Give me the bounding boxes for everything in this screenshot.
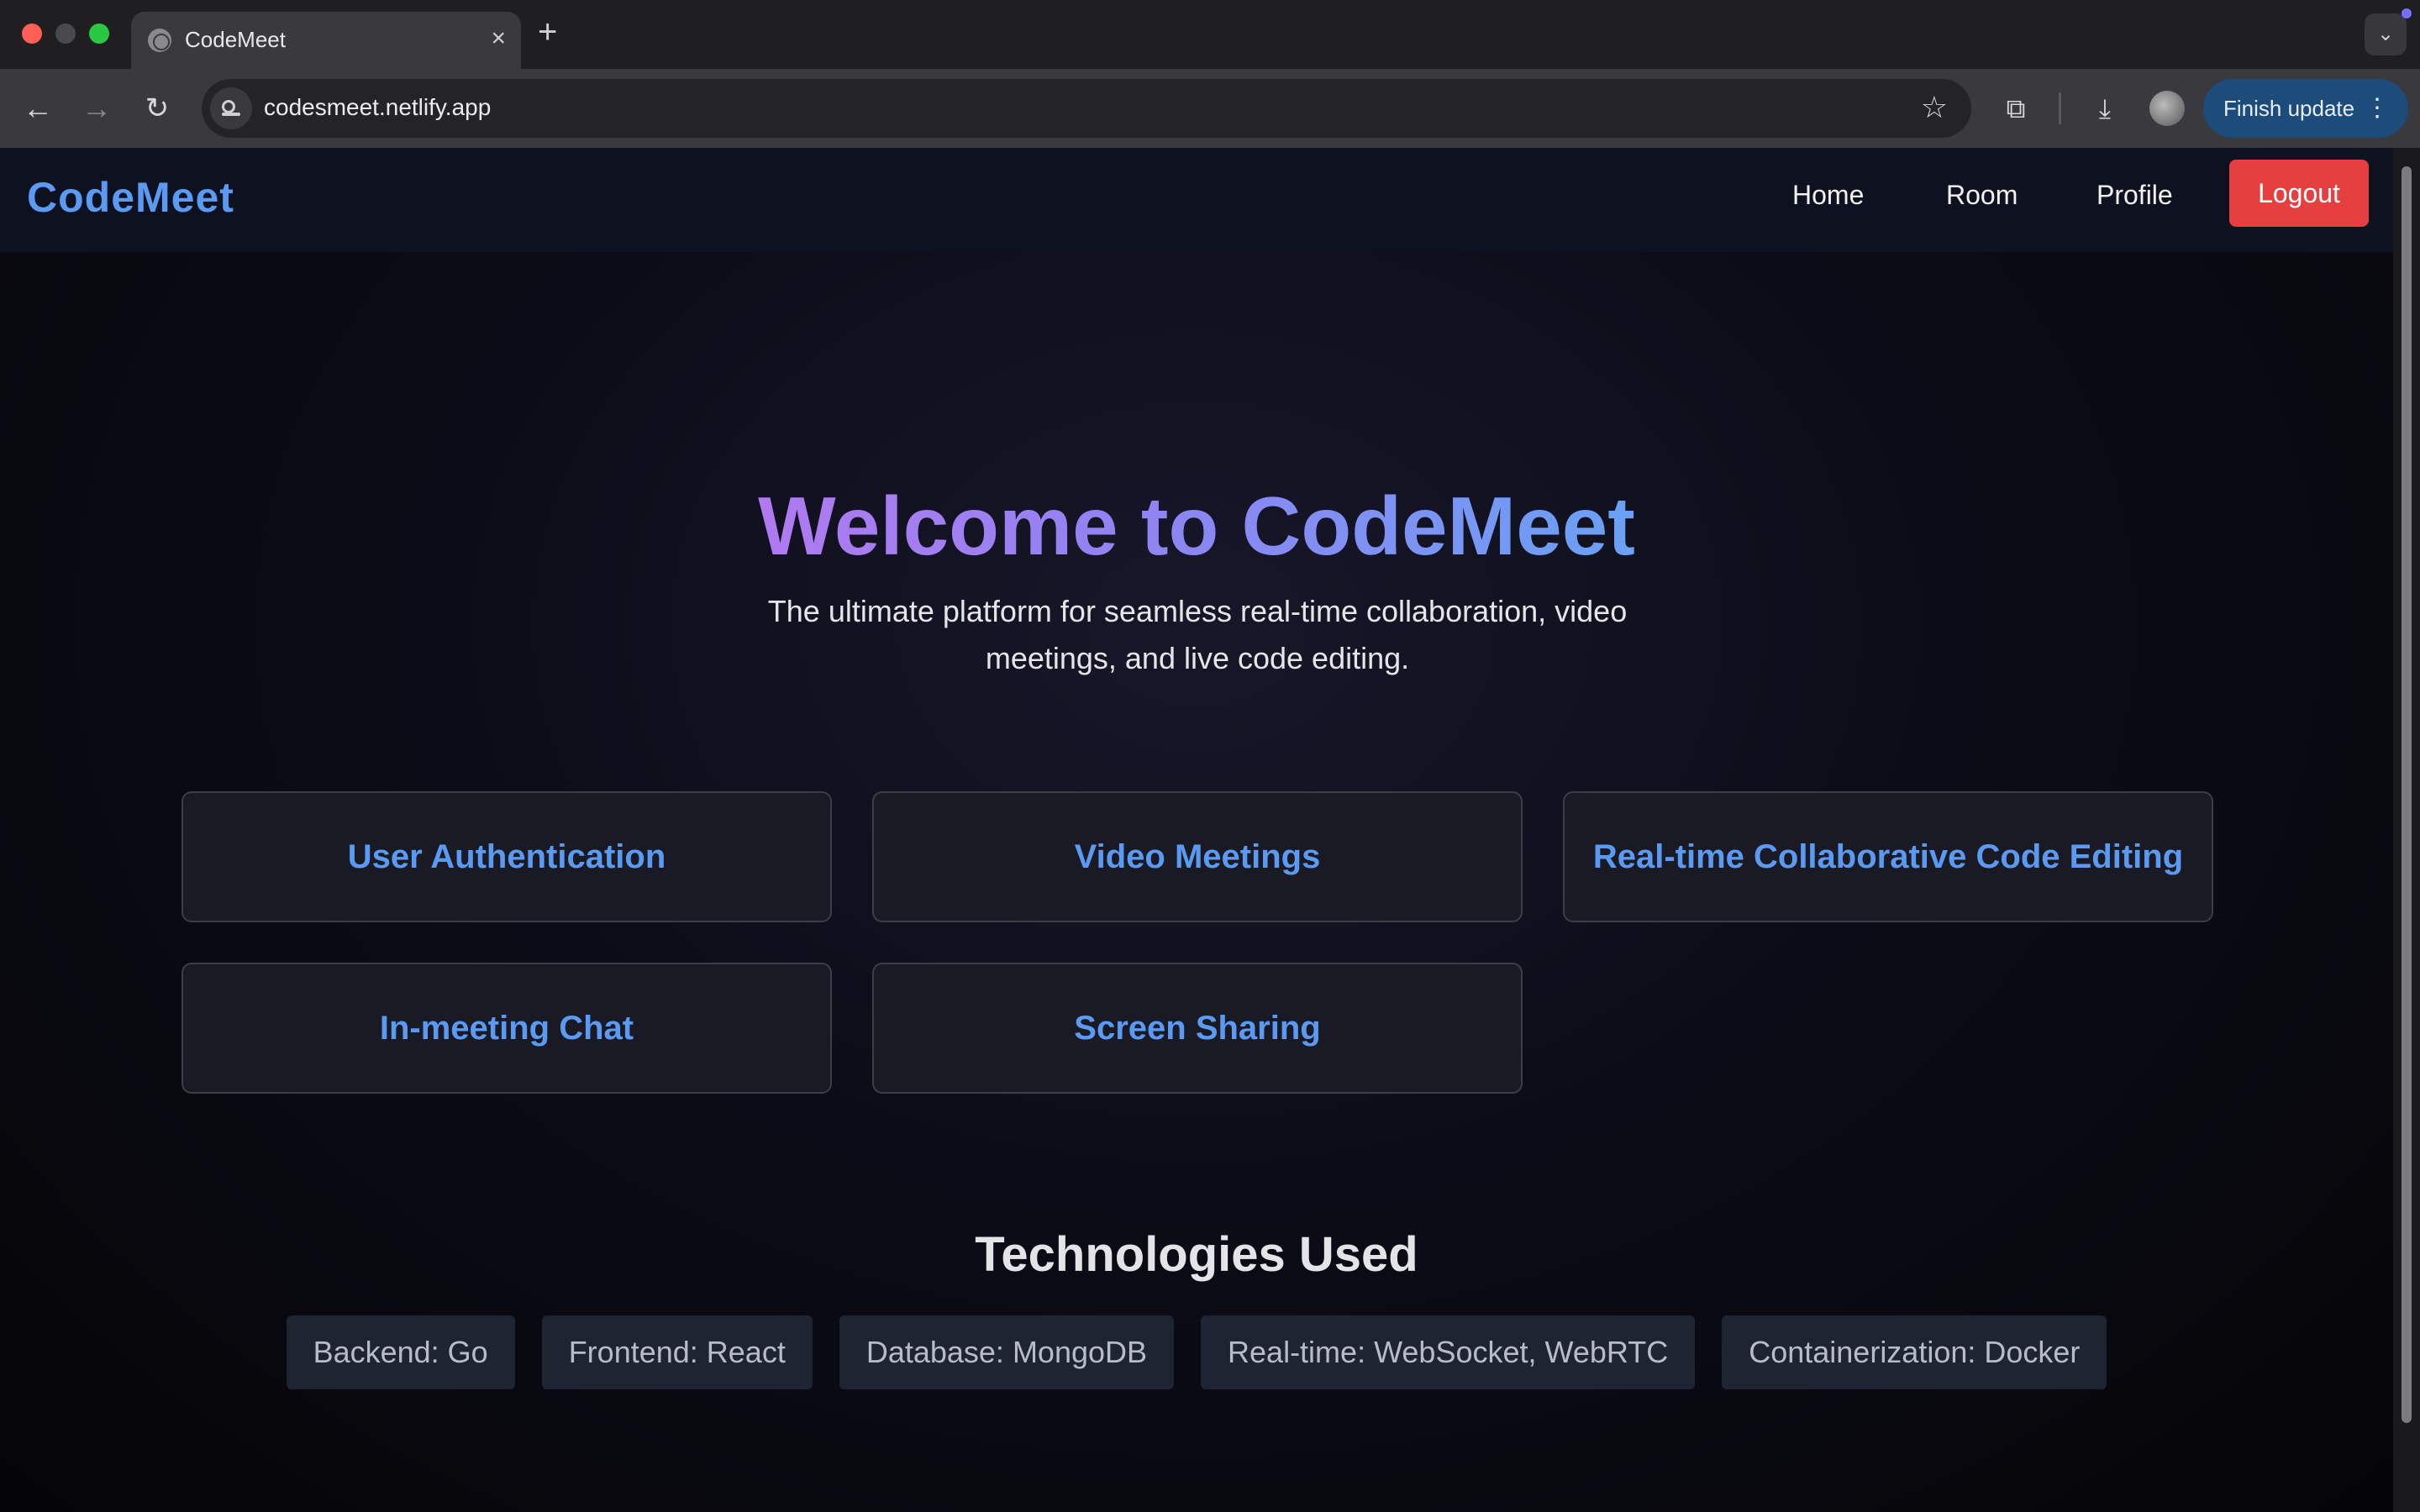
brand-logo[interactable]: CodeMeet	[27, 173, 234, 222]
finish-update-button[interactable]: Finish update ⋮	[2203, 79, 2408, 138]
notification-dot	[2402, 8, 2412, 18]
tab-close-icon[interactable]: ×	[491, 24, 506, 54]
download-icon[interactable]: ⤓	[2087, 91, 2123, 126]
hero-title: Welcome to CodeMeet	[0, 475, 2393, 576]
nav-link-home[interactable]: Home	[1792, 180, 1864, 211]
page-content: CodeMeet Home Room Profile Logout Welcom…	[0, 148, 2393, 1512]
finish-update-label: Finish update	[2223, 96, 2355, 121]
new-tab-button[interactable]: +	[538, 15, 557, 49]
hero-subtitle: The ultimate platform for seamless real-…	[767, 594, 1628, 675]
technologies-list: Backend: Go Frontend: React Database: Mo…	[0, 1315, 2393, 1389]
profile-avatar[interactable]	[2149, 91, 2185, 126]
scrollbar-thumb[interactable]	[2402, 166, 2412, 1423]
browser-tab[interactable]: CodeMeet ×	[131, 12, 521, 69]
feature-card-screen-sharing[interactable]: Screen Sharing	[872, 963, 1523, 1094]
technologies-title: Technologies Used	[975, 1227, 1418, 1282]
forward-icon[interactable]: →	[76, 87, 118, 129]
reload-icon[interactable]: ↻	[136, 87, 178, 129]
tech-badge-frontend: Frontend: React	[541, 1315, 813, 1389]
browser-tab-bar: CodeMeet × + ⌄	[0, 0, 2420, 69]
site-navbar: CodeMeet Home Room Profile Logout	[0, 148, 2393, 252]
toolbar-divider	[2059, 92, 2061, 124]
extensions-icon[interactable]: ⧉	[1998, 91, 2033, 126]
browser-toolbar: ← → ↻ codesmeet.netlify.app ☆ ⧉ ⤓ Finish…	[0, 69, 2420, 148]
tab-title: CodeMeet	[185, 27, 286, 52]
nav-link-profile[interactable]: Profile	[2096, 180, 2173, 211]
minimize-window-button[interactable]	[55, 24, 76, 44]
feature-card-user-authentication[interactable]: User Authentication	[182, 791, 832, 922]
globe-icon	[148, 29, 171, 52]
url-text[interactable]: codesmeet.netlify.app	[264, 94, 491, 121]
tech-badge-backend: Backend: Go	[286, 1315, 515, 1389]
nav-link-room[interactable]: Room	[1946, 180, 2018, 211]
tech-badge-containerization: Containerization: Docker	[1722, 1315, 2107, 1389]
hero-title-text: Welcome to CodeMeet	[758, 480, 1635, 572]
maximize-window-button[interactable]	[89, 24, 109, 44]
address-bar[interactable]: codesmeet.netlify.app ☆	[202, 79, 1971, 138]
logout-button[interactable]: Logout	[2229, 160, 2369, 227]
feature-card-video-meetings[interactable]: Video Meetings	[872, 791, 1523, 922]
page-scrollbar[interactable]	[2393, 148, 2420, 1512]
site-info-icon[interactable]	[210, 87, 252, 129]
star-icon[interactable]: ☆	[1921, 89, 1948, 126]
tab-search-button[interactable]: ⌄	[2365, 13, 2407, 55]
tech-badge-database: Database: MongoDB	[839, 1315, 1175, 1389]
tech-badge-realtime: Real-time: WebSocket, WebRTC	[1201, 1315, 1696, 1389]
menu-kebab-icon[interactable]: ⋮	[2365, 79, 2390, 138]
back-icon[interactable]: ←	[17, 87, 59, 129]
feature-card-in-meeting-chat[interactable]: In-meeting Chat	[182, 963, 832, 1094]
feature-card-collaborative-code-editing[interactable]: Real-time Collaborative Code Editing	[1563, 791, 2213, 922]
close-window-button[interactable]	[22, 24, 42, 44]
